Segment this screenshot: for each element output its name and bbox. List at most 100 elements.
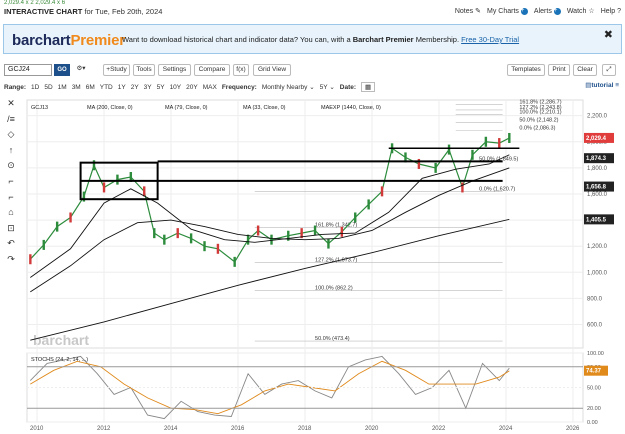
price-candle [116,174,119,185]
fib-level-label: 100.0% (2,210.1) [519,109,561,115]
expand-icon[interactable]: ⤢ [602,64,616,76]
price-label-text: 2,029.4 [586,136,607,142]
study-legend: MA (79, Close, 0) [165,105,208,111]
stoch-last-text: 74.37 [586,369,602,375]
price-candle [354,212,357,223]
tutorial-link[interactable]: ▤tutorial ≡ [585,81,619,89]
price-candle [313,225,317,236]
y-tick-label: 600.0 [587,323,603,329]
banner-message: Want to download historical chart and in… [122,35,520,44]
price-candle [270,234,273,245]
range-3y[interactable]: 3Y [144,84,152,91]
barchart-premier-logo: barchartPremier [12,32,125,49]
gear-icon[interactable]: ⚙▾ [73,64,89,76]
price-candle [69,212,72,223]
print-button[interactable]: Print [548,64,570,76]
y-tick-label: 1,800.0 [587,166,608,172]
range-max[interactable]: MAX [203,84,217,91]
range-20y[interactable]: 20Y [186,84,198,91]
range-5d[interactable]: 5D [44,84,52,91]
my-charts-link[interactable]: My Charts + [487,7,528,15]
price-candle [434,162,437,173]
compare-button[interactable]: Compare [194,64,230,76]
star-icon: ☆ [588,8,595,15]
y-tick-label: 800.0 [587,296,603,302]
price-series-line [30,167,510,293]
premier-banner: barchartPremier Want to download histori… [3,24,622,54]
price-candle [498,138,501,149]
watch-link[interactable]: Watch ☆ [567,7,595,16]
price-series-line [30,218,510,341]
price-candle [216,243,220,254]
x-tick-label: 2010 [30,426,44,432]
chart-title-date: for Tue, Feb 20th, 2024 [84,7,163,16]
price-candle [256,225,260,236]
x-tick-label: 2012 [97,426,111,432]
price-chart[interactable]: barchart2,200.02,000.01,800.01,600.01,40… [0,95,625,434]
price-candle [246,234,250,245]
range-ytd[interactable]: YTD [100,84,113,91]
stoch-series-line [30,360,510,415]
settings-button[interactable]: Settings [158,64,191,76]
frequency-select[interactable]: Monthly Nearby ⌄ [262,83,315,91]
range-10y[interactable]: 10Y [170,84,182,91]
grid-view-button[interactable]: Grid View [253,64,291,76]
price-candle [102,182,106,193]
range-1y[interactable]: 1Y [118,84,126,91]
price-candle [471,149,474,160]
price-candle [233,256,236,267]
x-tick-label: 2026 [566,426,580,432]
close-icon[interactable]: ✖ [604,28,613,41]
note-icon: ✎ [475,8,482,15]
price-candle [29,254,32,265]
stoch-legend: STOCHS (24, 2, 14, ...) [31,357,88,363]
stoch-tick-label: 0.00 [587,420,598,426]
clear-button[interactable]: Clear [573,64,597,76]
y-tick-label: 1,600.0 [587,192,608,198]
range-label: Range: [4,83,27,91]
templates-button[interactable]: Templates [507,64,545,76]
add-study-button[interactable]: +Study [103,64,130,76]
price-candle [176,228,179,239]
fib-level-label: 0.0% (1,620.7) [479,186,515,192]
price-label-text: 1,656.8 [586,185,607,191]
fib-level-label: 0.0% (2,086.3) [519,126,555,132]
stoch-tick-label: 50.00 [587,386,601,392]
x-tick-label: 2018 [298,426,312,432]
free-trial-link[interactable]: Free 30-Day Trial [461,35,519,44]
range-6m[interactable]: 6M [86,84,95,91]
price-label-text: 1,405.5 [586,217,607,223]
chart-toolbar: GCJ24 GO ⚙▾ +Study Tools Settings Compar… [4,64,621,76]
price-candle [163,234,166,245]
price-candle [380,186,384,197]
go-button[interactable]: GO [54,64,70,76]
notes-link[interactable]: Notes ✎ [455,7,482,16]
calendar-icon[interactable]: ▦ [361,82,376,92]
range-5y[interactable]: 5Y [157,84,165,91]
tools-button[interactable]: Tools [133,64,155,76]
symbol-input[interactable]: GCJ24 [4,64,52,76]
x-tick-label: 2024 [499,426,513,432]
fib-level-label: 50.0% (2,148.2) [519,117,558,123]
price-candle [508,132,511,143]
price-series-line [30,154,510,278]
fib-level-label: 50.0% (473.4) [315,336,350,342]
range-3m[interactable]: 3M [72,84,81,91]
question-circle-icon: ? [617,7,621,15]
range-2y[interactable]: 2Y [131,84,139,91]
date-label: Date: [339,83,357,91]
fx-button[interactable]: f(x) [233,64,249,76]
alerts-link[interactable]: Alerts + [534,7,561,15]
top-links: Notes ✎ My Charts + Alerts + Watch ☆ Help? [455,7,621,15]
y-tick-label: 2,200.0 [587,114,608,120]
top-bar: 2,029.4 x 2 2,029.4 x 6 INTERACTIVE CHAR… [0,0,625,20]
price-label-text: 1,874.3 [586,156,607,162]
price-candle [55,221,59,232]
range-1d[interactable]: 1D [31,84,39,91]
ticker-mini: 2,029.4 x 2 2,029.4 x 6 [4,0,66,6]
period-select[interactable]: 5Y ⌄ [320,83,335,91]
chart-title: INTERACTIVE CHART for Tue, Feb 20th, 202… [4,7,162,16]
price-candle [447,144,451,155]
range-1m[interactable]: 1M [58,84,67,91]
help-link[interactable]: Help? [601,7,621,15]
